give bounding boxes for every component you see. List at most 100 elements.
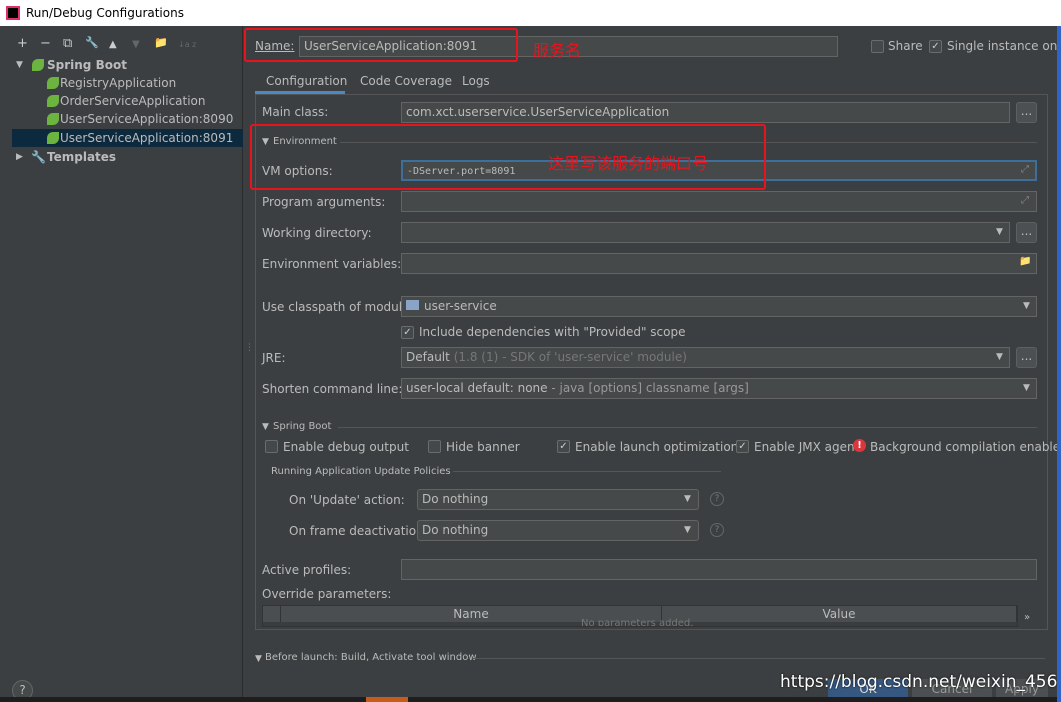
working-directory-label: Working directory:	[262, 226, 372, 240]
hide-banner-checkbox[interactable]	[428, 440, 441, 453]
tree-group-spring-boot[interactable]: ▼ Spring Boot	[12, 56, 243, 74]
title-bar: Run/Debug Configurations	[0, 0, 1061, 26]
single-instance-label: Single instance only	[947, 39, 1061, 53]
window-title: Run/Debug Configurations	[26, 6, 184, 20]
program-arguments-label: Program arguments:	[262, 195, 386, 209]
folder-icon[interactable]: 📁	[154, 36, 168, 49]
active-profiles-input[interactable]	[401, 559, 1037, 580]
jre-label: JRE:	[262, 351, 286, 365]
background-compilation-label: Background compilation enabled	[870, 440, 1061, 454]
program-arguments-input[interactable]	[401, 191, 1037, 212]
tree-item[interactable]: RegistryApplication	[12, 74, 243, 92]
tree-group-label: Spring Boot	[47, 58, 127, 72]
wrench-icon[interactable]: 🔧	[85, 36, 99, 49]
tree-item[interactable]: UserServiceApplication:8090	[12, 110, 243, 128]
collapse-icon[interactable]: ▼	[255, 654, 262, 664]
single-instance-checkbox[interactable]: ✓	[929, 40, 942, 53]
folder-icon[interactable]: 📁	[1019, 256, 1031, 267]
debug-output-label: Enable debug output	[283, 440, 409, 454]
annotation-text: 这里写该服务的端口号	[548, 154, 709, 173]
taskbar-item	[366, 697, 408, 702]
window-border	[1057, 26, 1061, 702]
tree-item-label: RegistryApplication	[60, 76, 177, 90]
divider	[472, 658, 1045, 659]
wrench-icon: 🔧	[31, 150, 46, 164]
environment-variables-input[interactable]	[401, 253, 1037, 274]
spring-boot-icon	[47, 77, 59, 89]
tree-item-label: UserServiceApplication:8090	[60, 112, 234, 126]
dropdown-arrow-icon[interactable]: ▼	[996, 227, 1003, 237]
collapse-arrow-icon[interactable]: ▶	[16, 148, 23, 166]
tree-group-templates[interactable]: ▶ 🔧 Templates	[12, 148, 243, 166]
include-dependencies-label: Include dependencies with "Provided" sco…	[419, 325, 686, 339]
policies-heading: Running Application Update Policies	[271, 466, 451, 477]
frame-deactivation-select[interactable]: Do nothing	[417, 520, 699, 541]
shorten-hint: - java [options] classname [args]	[547, 381, 749, 395]
table-header-value[interactable]: Value	[662, 606, 1017, 622]
tree-item[interactable]: OrderServiceApplication	[12, 92, 243, 110]
update-action-select[interactable]: Do nothing	[417, 489, 699, 510]
spring-boot-icon	[47, 113, 59, 125]
dropdown-arrow-icon[interactable]: ▼	[996, 352, 1003, 362]
watermark: https://blog.csdn.net/weixin_45614461	[780, 672, 1061, 692]
help-icon[interactable]: ?	[710, 492, 724, 506]
expand-icon[interactable]: ⤢	[1021, 164, 1029, 175]
jre-hint: (1.8 (1) - SDK of 'user-service' module)	[453, 350, 687, 364]
annotation-text: 服务名	[533, 41, 582, 60]
dropdown-arrow-icon[interactable]: ▼	[1023, 301, 1030, 311]
dropdown-arrow-icon[interactable]: ▼	[1023, 383, 1030, 393]
shorten-command-select[interactable]: user-local default: none - java [options…	[401, 378, 1037, 399]
tab-code-coverage[interactable]: Code Coverage	[360, 74, 452, 88]
expand-icon[interactable]: ⤢	[1021, 195, 1029, 206]
update-action-label: On 'Update' action:	[289, 493, 405, 507]
main-class-input[interactable]: com.xct.userservice.UserServiceApplicati…	[401, 102, 1010, 123]
launch-optimization-checkbox[interactable]: ✓	[557, 440, 570, 453]
add-icon[interactable]: +	[17, 36, 28, 51]
debug-output-checkbox[interactable]	[265, 440, 278, 453]
collapse-icon[interactable]: ▼	[262, 422, 269, 432]
remove-icon[interactable]: −	[40, 36, 51, 51]
tab-label: Configuration	[266, 74, 348, 88]
before-launch-section[interactable]: Before launch: Build, Activate tool wind…	[265, 652, 477, 663]
tree-item-label: UserServiceApplication:8091	[60, 131, 234, 145]
hide-banner-label: Hide banner	[446, 440, 520, 454]
dropdown-arrow-icon[interactable]: ▼	[684, 494, 691, 504]
tab-logs[interactable]: Logs	[462, 74, 490, 88]
environment-variables-label: Environment variables:	[262, 257, 402, 271]
classpath-select[interactable]: user-service	[401, 296, 1037, 317]
spring-boot-icon	[47, 132, 59, 144]
parameters-table[interactable]: Name Value No parameters added.	[262, 605, 1018, 627]
tree-item-label: OrderServiceApplication	[60, 94, 206, 108]
splitter-handle[interactable]: ⋮	[245, 343, 254, 353]
move-up-icon[interactable]: ▲	[109, 39, 117, 50]
spring-boot-section[interactable]: Spring Boot	[273, 421, 331, 432]
jre-select[interactable]: Default (1.8 (1) - SDK of 'user-service'…	[401, 347, 1010, 368]
main-class-label: Main class:	[262, 105, 329, 119]
spring-boot-icon	[32, 59, 44, 71]
divider	[453, 471, 721, 472]
spring-boot-icon	[47, 95, 59, 107]
shorten-command-label: Shorten command line:	[262, 382, 403, 396]
working-directory-input[interactable]	[401, 222, 1010, 243]
browse-button[interactable]: ...	[1016, 347, 1037, 368]
tree-item-selected[interactable]: UserServiceApplication:8091	[12, 129, 243, 147]
include-dependencies-checkbox[interactable]: ✓	[401, 326, 414, 339]
browse-button[interactable]: ...	[1016, 222, 1037, 243]
jre-value: Default	[406, 350, 450, 364]
expand-more-icon[interactable]: »	[1024, 612, 1030, 623]
app-icon	[6, 6, 20, 20]
annotation-box	[244, 28, 518, 62]
share-checkbox[interactable]	[871, 40, 884, 53]
copy-icon[interactable]: ⧉	[63, 36, 72, 51]
frame-deactivation-label: On frame deactivation:	[289, 524, 428, 538]
browse-button[interactable]: ...	[1016, 102, 1037, 123]
dropdown-arrow-icon[interactable]: ▼	[684, 525, 691, 535]
move-down-icon: ▼	[132, 39, 140, 50]
share-label: Share	[888, 39, 923, 53]
help-icon[interactable]: ?	[710, 523, 724, 537]
tab-configuration[interactable]: Configuration	[255, 70, 348, 94]
expand-arrow-icon[interactable]: ▼	[16, 56, 23, 74]
jmx-agent-checkbox[interactable]: ✓	[736, 440, 749, 453]
module-icon	[406, 300, 419, 310]
launch-optimization-label: Enable launch optimization	[575, 440, 739, 454]
